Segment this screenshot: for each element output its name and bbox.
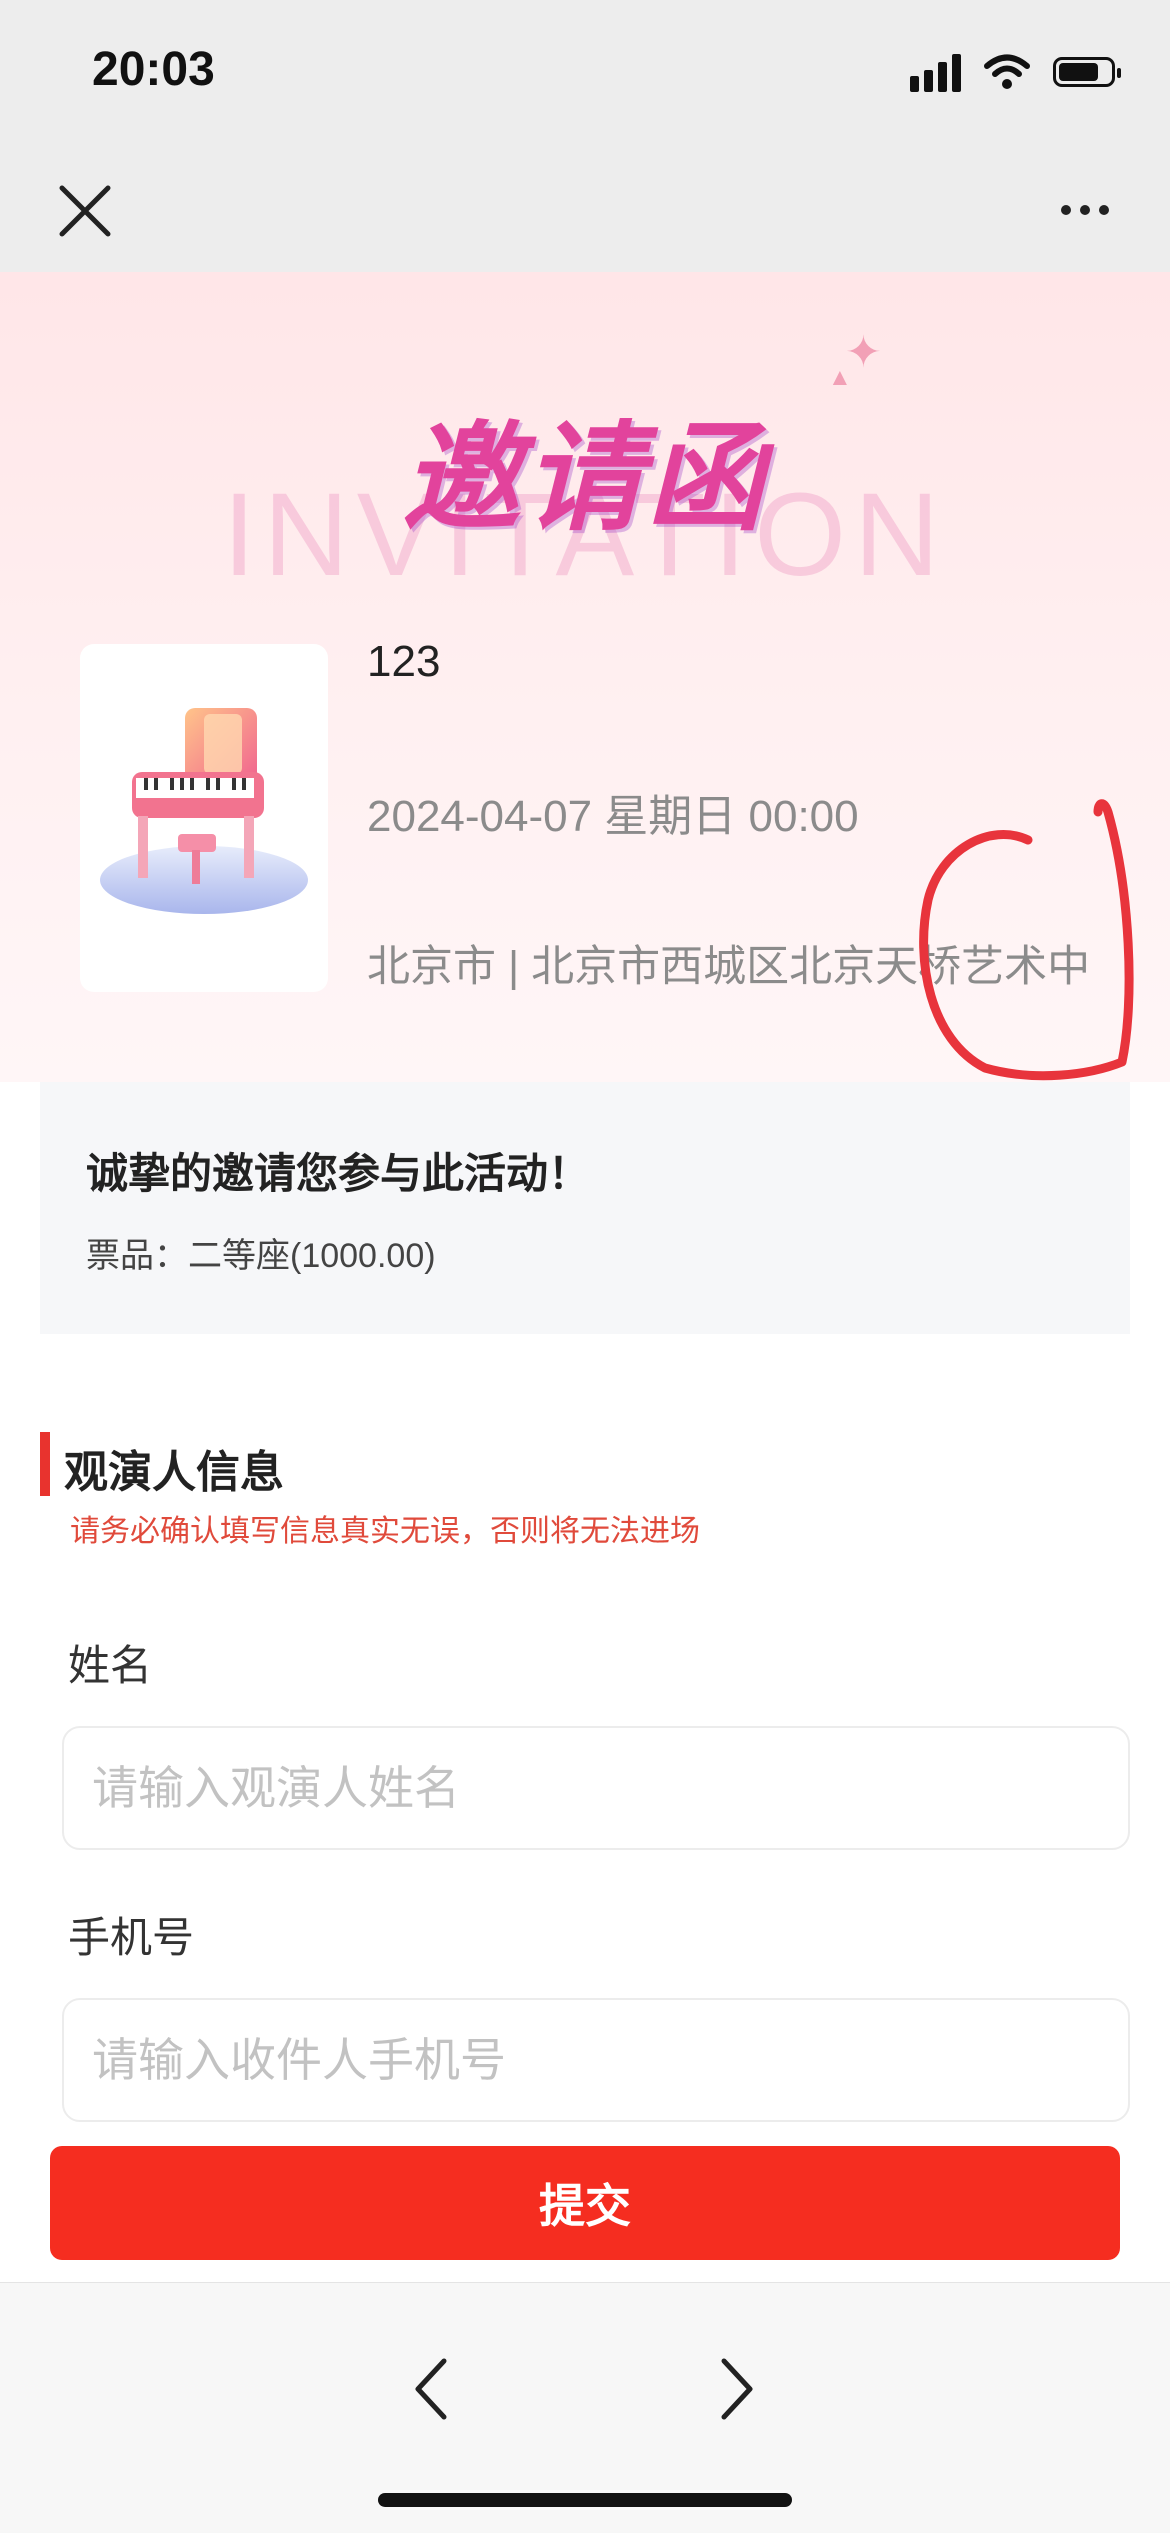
phone-label: 手机号	[68, 1914, 195, 1961]
chevron-left-icon	[415, 2358, 447, 2420]
status-bar: 20:03	[0, 0, 1170, 150]
forward-button[interactable]	[700, 2349, 770, 2429]
nav-bar	[0, 150, 1170, 272]
more-dot	[1080, 205, 1090, 215]
more-dots-icon	[1061, 205, 1071, 215]
battery-level	[1059, 63, 1098, 81]
status-time: 20:03	[92, 43, 215, 96]
signal-icon	[910, 52, 961, 92]
phone-input[interactable]	[62, 1998, 1130, 2122]
close-button[interactable]	[52, 178, 118, 244]
event-image	[80, 644, 328, 992]
event-datetime: 2024-04-07 星期日 00:00	[367, 792, 859, 841]
back-button[interactable]	[398, 2349, 468, 2429]
chevron-right-icon	[721, 2358, 753, 2420]
submit-button[interactable]: 提交	[50, 2146, 1120, 2260]
more-dot	[1099, 205, 1109, 215]
more-button[interactable]	[1050, 180, 1120, 240]
invitation-message-box: 诚挚的邀请您参与此活动！ 票品：二等座(1000.00)	[40, 1082, 1130, 1334]
name-label: 姓名	[68, 1642, 153, 1689]
name-input[interactable]	[62, 1726, 1130, 1850]
section-warning: 请务必确认填写信息真实无误，否则将无法进场	[70, 1515, 700, 1548]
ticket-info: 票品：二等座(1000.00)	[86, 1237, 436, 1275]
wifi-icon	[984, 54, 1030, 89]
close-icon	[59, 185, 111, 237]
hero-title: 邀请函	[401, 413, 768, 545]
bottom-toolbar	[0, 2282, 1170, 2533]
event-location: 北京市 | 北京市西城区北京天桥艺术中心	[367, 943, 1087, 991]
event-name: 123	[367, 637, 441, 686]
section-accent-bar	[40, 1432, 50, 1496]
invitation-message: 诚挚的邀请您参与此活动！	[86, 1150, 591, 1197]
battery-icon	[1053, 57, 1121, 87]
status-icons	[910, 52, 1121, 92]
piano-icon	[100, 708, 308, 914]
section-title: 观演人信息	[64, 1448, 284, 1497]
home-indicator	[378, 2493, 792, 2507]
invitation-hero: ✦ ▲ INVITATION 邀请函 123 2024-04-07 星期日 00…	[0, 272, 1170, 1082]
